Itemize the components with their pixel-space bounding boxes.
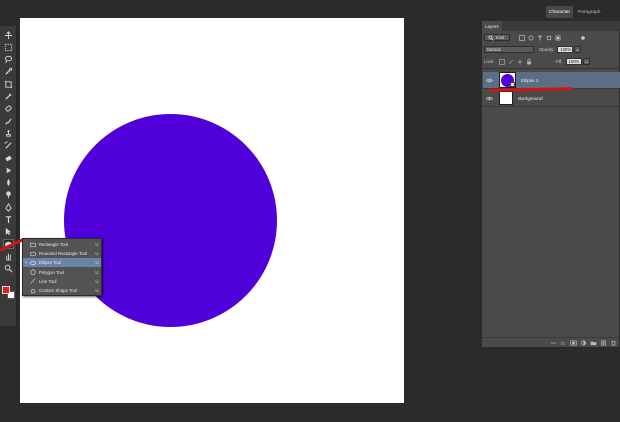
vector-mask-badge-icon <box>510 82 515 87</box>
flyout-item-custom-shape-tool[interactable]: Custom Shape Tool U <box>23 286 101 295</box>
flyout-item-label: Ellipse Tool <box>39 260 62 266</box>
tab-paragraph[interactable]: Paragraph <box>575 6 603 18</box>
pen-tool-icon[interactable] <box>3 202 14 212</box>
svg-text:fx: fx <box>560 342 565 346</box>
flyout-item-line-tool[interactable]: Line Tool U <box>23 277 101 286</box>
crop-tool-icon[interactable] <box>3 79 14 89</box>
link-layers-icon[interactable] <box>549 339 557 346</box>
flyout-item-rounded-rectangle-tool[interactable]: Rounded Rectangle Tool U <box>23 249 101 258</box>
color-swatches <box>2 286 16 300</box>
quick-selection-tool-icon[interactable] <box>3 67 14 77</box>
lasso-tool-icon[interactable] <box>3 55 14 65</box>
ellipse-layer-thumbnail <box>499 72 516 88</box>
filter-toggle-icon[interactable] <box>579 34 586 41</box>
layer-background[interactable]: Background <box>483 90 620 107</box>
rounded-rectangle-icon <box>29 251 36 257</box>
shortcut-key: U <box>95 278 99 284</box>
flyout-item-label: Polygon Tool <box>39 269 65 275</box>
eraser-tool-icon[interactable] <box>3 153 14 163</box>
zoom-tool-icon[interactable] <box>3 264 14 274</box>
shortcut-key: U <box>95 260 99 266</box>
custom-shape-icon <box>29 288 36 294</box>
tools-panel <box>0 26 17 326</box>
brush-tool-icon[interactable] <box>3 116 14 126</box>
dodge-tool-icon[interactable] <box>3 190 14 200</box>
search-icon <box>487 34 494 41</box>
blend-mode-select[interactable]: Normal <box>484 46 534 53</box>
layers-panel: Layers Kind Normal Opacity: 100% Lock: F… <box>481 20 620 348</box>
history-brush-tool-icon[interactable] <box>3 141 14 151</box>
filter-kind-select[interactable]: Kind <box>484 34 510 41</box>
flyout-item-label: Line Tool <box>39 278 57 284</box>
shortcut-key: U <box>95 269 99 275</box>
polygon-icon <box>29 269 36 275</box>
new-layer-icon[interactable] <box>599 339 607 346</box>
photoshop-window: Rectangle Tool U Rounded Rectangle Tool U ▪ E… <box>0 0 620 422</box>
add-mask-icon[interactable] <box>569 339 577 346</box>
panel-divider <box>482 68 619 69</box>
layer-name: Background <box>518 95 543 101</box>
shortcut-key: U <box>95 251 99 257</box>
flyout-item-rectangle-tool[interactable]: Rectangle Tool U <box>23 240 101 249</box>
fill-value: 100% <box>568 59 580 64</box>
document-canvas[interactable] <box>20 18 404 403</box>
adjustment-layer-icon[interactable] <box>579 339 587 346</box>
adjustment-filter-icon[interactable] <box>527 34 534 41</box>
eyedropper-tool-icon[interactable] <box>3 92 14 102</box>
line-icon <box>29 278 36 284</box>
shape-filter-icon[interactable] <box>545 34 552 41</box>
blend-mode-value: Normal <box>487 47 501 52</box>
background-layer-thumbnail <box>499 91 513 105</box>
flyout-item-label: Rectangle Tool <box>39 242 68 247</box>
top-panel-tabs: Character Paragraph <box>480 6 620 18</box>
lock-transparent-icon[interactable] <box>498 58 505 65</box>
delete-layer-icon[interactable] <box>609 339 617 346</box>
layer-ellipse-1[interactable]: Ellipse 1 <box>483 72 620 89</box>
visibility-eye-icon[interactable] <box>485 76 494 84</box>
filter-row: Kind <box>484 33 618 42</box>
visibility-eye-icon[interactable] <box>485 94 494 102</box>
rectangle-icon <box>29 242 36 248</box>
tab-character[interactable]: Character <box>546 6 574 18</box>
gradient-tool-icon[interactable] <box>3 165 14 175</box>
lock-label: Lock: <box>484 59 495 64</box>
marquee-tool-icon[interactable] <box>3 42 14 52</box>
layers-tab-bar: Layers <box>482 21 620 31</box>
blend-row: Normal Opacity: 100% <box>484 45 618 54</box>
lock-row: Lock: Fill: 100% <box>484 57 618 66</box>
lock-all-icon[interactable] <box>525 58 532 65</box>
tab-layers[interactable]: Layers <box>482 21 502 31</box>
blur-tool-icon[interactable] <box>3 178 14 188</box>
new-group-icon[interactable] <box>589 339 597 346</box>
spot-healing-tool-icon[interactable] <box>3 104 14 114</box>
flyout-item-label: Custom Shape Tool <box>39 288 78 293</box>
shortcut-key: U <box>95 242 99 247</box>
flyout-item-ellipse-tool[interactable]: ▪ Ellipse Tool U <box>23 258 101 268</box>
flyout-item-label: Rounded Rectangle Tool <box>39 251 88 257</box>
opacity-label: Opacity: <box>539 47 555 52</box>
clone-stamp-tool-icon[interactable] <box>3 128 14 138</box>
shortcut-key: U <box>95 288 99 293</box>
smart-object-filter-icon[interactable] <box>554 34 561 41</box>
pixel-filter-icon[interactable] <box>518 34 525 41</box>
shape-tool-flyout-menu: Rectangle Tool U Rounded Rectangle Tool U ▪ E… <box>22 238 102 296</box>
flyout-item-polygon-tool[interactable]: Polygon Tool U <box>23 268 101 277</box>
lock-image-icon[interactable] <box>507 58 514 65</box>
layer-style-icon[interactable]: fx <box>559 339 567 346</box>
opacity-value: 100% <box>560 47 572 52</box>
foreground-color-swatch[interactable] <box>2 286 10 294</box>
type-filter-icon[interactable] <box>536 34 543 41</box>
layers-panel-footer: fx <box>482 337 619 347</box>
move-tool-icon[interactable] <box>3 30 14 40</box>
layer-name: Ellipse 1 <box>521 77 539 83</box>
fill-dropdown-icon[interactable] <box>582 58 590 65</box>
fill-input[interactable]: 100% <box>565 58 582 65</box>
ellipse-icon <box>29 260 36 266</box>
opacity-dropdown-icon[interactable] <box>574 46 582 53</box>
opacity-input[interactable]: 100% <box>557 46 574 53</box>
fill-label: Fill: <box>556 59 563 64</box>
type-tool-icon[interactable] <box>3 215 14 225</box>
filter-kind-label: Kind <box>496 35 505 40</box>
lock-position-icon[interactable] <box>516 58 523 65</box>
